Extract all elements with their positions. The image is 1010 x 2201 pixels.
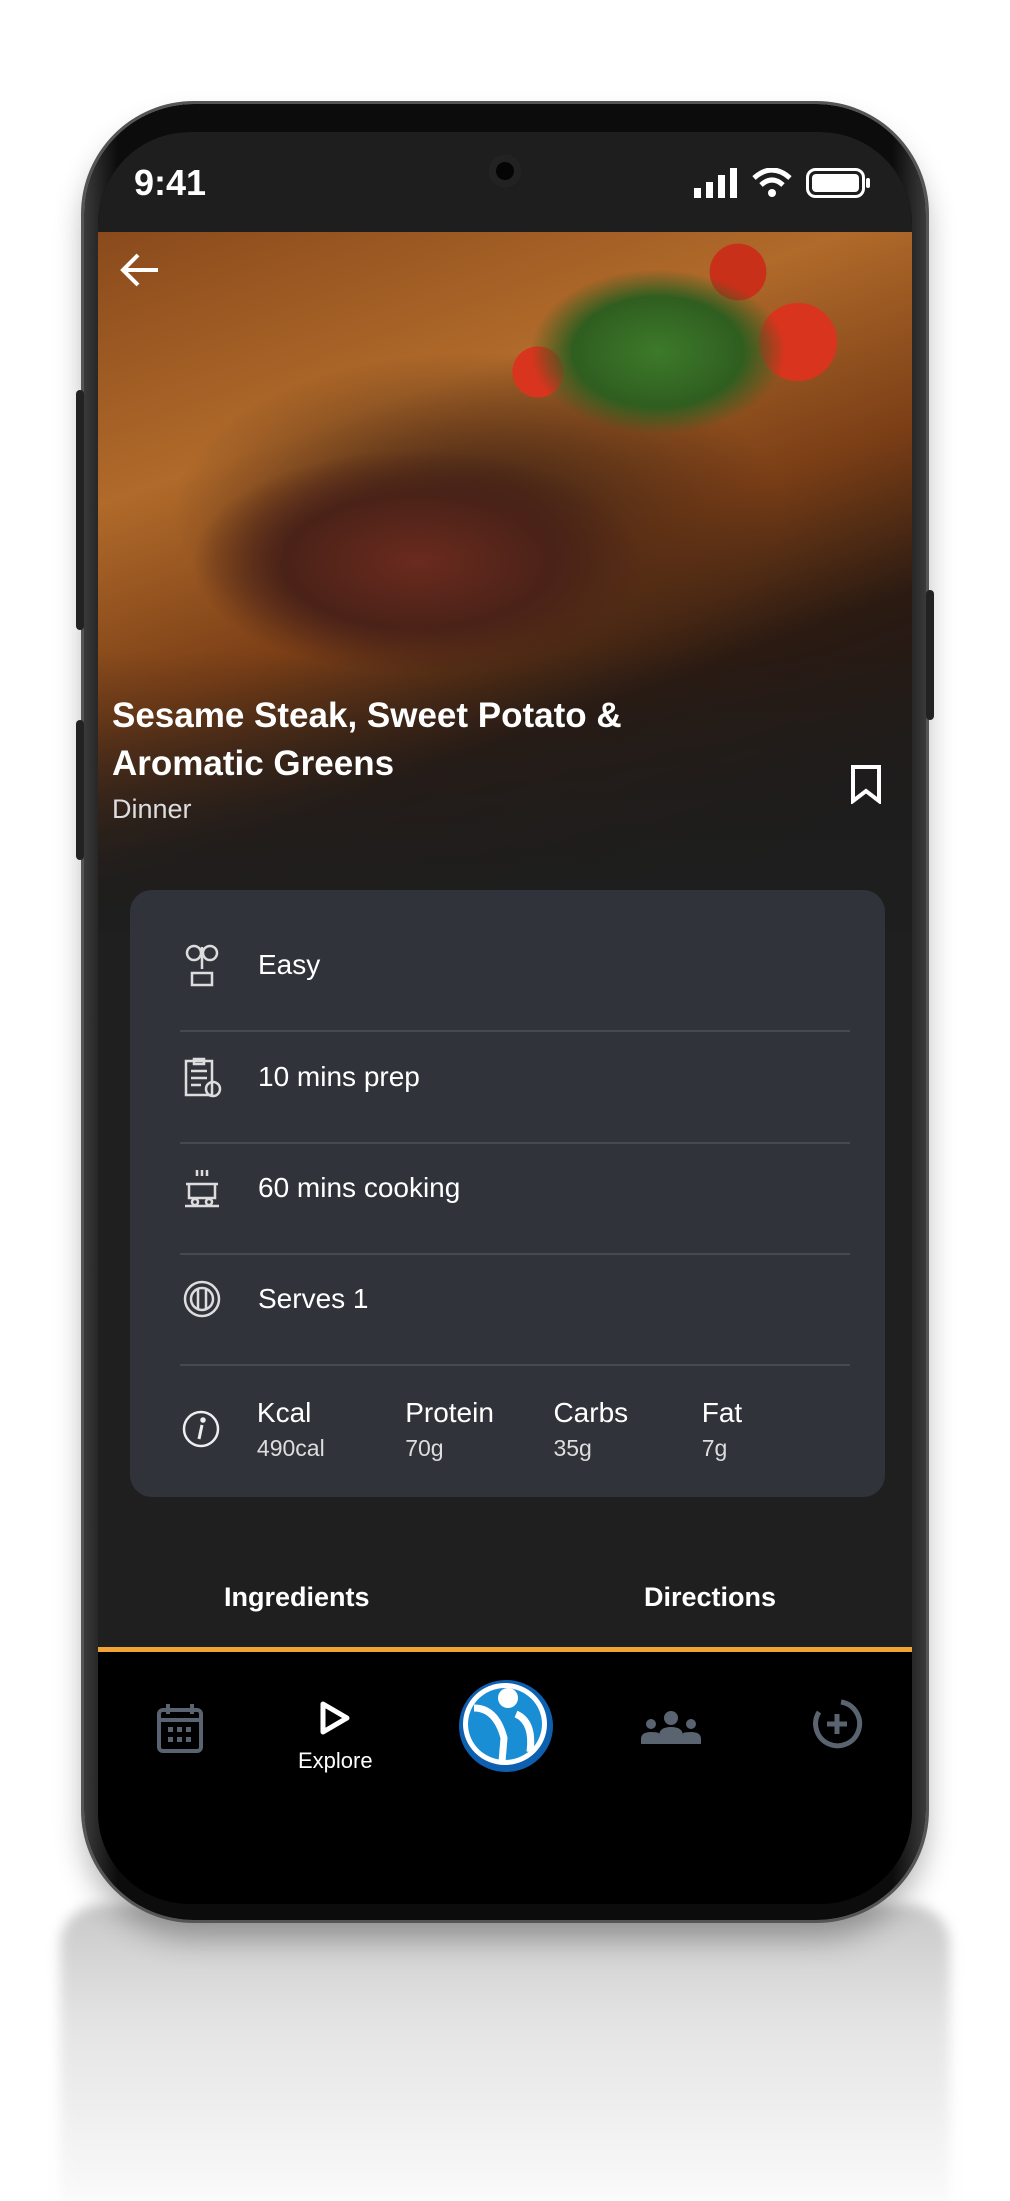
detail-text: Easy bbox=[258, 949, 321, 980]
bookmark-button[interactable] bbox=[850, 764, 882, 809]
detail-difficulty: Easy bbox=[180, 910, 850, 1020]
volume-button bbox=[76, 390, 84, 630]
nutrition-protein: Protein 70g bbox=[405, 1397, 553, 1462]
nutrition-label: Fat bbox=[701, 1396, 743, 1428]
nav-explore-label: Explore bbox=[298, 1748, 373, 1773]
detail-servings: Serves 1 bbox=[180, 1244, 850, 1354]
detail-text: 60 mins cooking bbox=[258, 1172, 461, 1203]
phone-reflection bbox=[60, 1905, 950, 2201]
detail-text: Serves 1 bbox=[258, 1283, 369, 1314]
detail-cooking-time: 60 mins cooking bbox=[180, 1133, 850, 1243]
nav-add-progress[interactable] bbox=[811, 1698, 863, 1750]
tab-directions[interactable]: Directions bbox=[644, 1582, 776, 1613]
battery-icon bbox=[806, 168, 870, 198]
power-button bbox=[926, 590, 934, 720]
plate-cutlery-icon bbox=[180, 1277, 224, 1321]
bottom-navigation: Explore bbox=[98, 1652, 912, 1904]
nav-community[interactable] bbox=[640, 1710, 702, 1744]
recipe-title: Sesame Steak, Sweet Potato & Aromatic Gr… bbox=[112, 696, 622, 783]
nutrition-value: 490cal bbox=[256, 1434, 325, 1461]
play-explore-icon bbox=[320, 1701, 350, 1735]
bookmark-icon bbox=[851, 765, 881, 806]
nutrition-fat: Fat 7g bbox=[702, 1397, 850, 1462]
nav-calendar[interactable] bbox=[156, 1702, 204, 1754]
arrow-left-icon bbox=[120, 253, 158, 287]
app-logo-icon bbox=[459, 1680, 553, 1772]
nutrition-label: Kcal bbox=[256, 1396, 312, 1428]
recipe-meal-type: Dinner bbox=[112, 794, 192, 824]
nutrition-value: 7g bbox=[701, 1434, 728, 1461]
front-camera bbox=[488, 154, 522, 188]
calendar-icon bbox=[157, 1704, 203, 1753]
info-icon bbox=[180, 1407, 223, 1451]
status-bar: 9:41 bbox=[98, 132, 912, 232]
nutrition-value: 35g bbox=[553, 1434, 592, 1461]
divider bbox=[180, 1364, 850, 1366]
nutrition-row: Kcal 490cal Protein 70g Carbs 35g Fat 7g bbox=[180, 1374, 850, 1484]
status-time: 9:41 bbox=[134, 162, 207, 203]
nutrition-label: Protein bbox=[405, 1396, 494, 1428]
volume-button bbox=[76, 720, 84, 860]
group-people-icon bbox=[641, 1711, 701, 1744]
nav-home-logo[interactable] bbox=[456, 1678, 556, 1774]
nutrition-value: 70g bbox=[405, 1434, 444, 1461]
chef-utensils-icon bbox=[180, 943, 224, 987]
nutrition-kcal: Kcal 490cal bbox=[257, 1397, 405, 1462]
back-button[interactable] bbox=[120, 252, 160, 293]
wifi-icon bbox=[752, 168, 792, 197]
detail-text: 10 mins prep bbox=[258, 1061, 420, 1092]
signal-icon bbox=[694, 168, 737, 198]
detail-prep-time: 10 mins prep bbox=[180, 1022, 850, 1132]
nutrition-carbs: Carbs 35g bbox=[553, 1397, 701, 1462]
app-screen: 9:41 Sesame Steak, Sweet Potato & Aromat… bbox=[98, 132, 912, 1904]
nav-explore[interactable]: Explore bbox=[298, 1700, 373, 1774]
nutrition-label: Carbs bbox=[553, 1396, 629, 1428]
tab-ingredients[interactable]: Ingredients bbox=[224, 1582, 370, 1613]
clipboard-prep-icon bbox=[180, 1055, 224, 1099]
recipe-tabs: Ingredients Directions bbox=[98, 1552, 912, 1648]
circle-plus-icon bbox=[813, 1699, 863, 1749]
recipe-info-card: Easy 10 mins prep 60 mins cooking Serves… bbox=[130, 890, 885, 1497]
cooking-pot-icon bbox=[180, 1166, 224, 1210]
